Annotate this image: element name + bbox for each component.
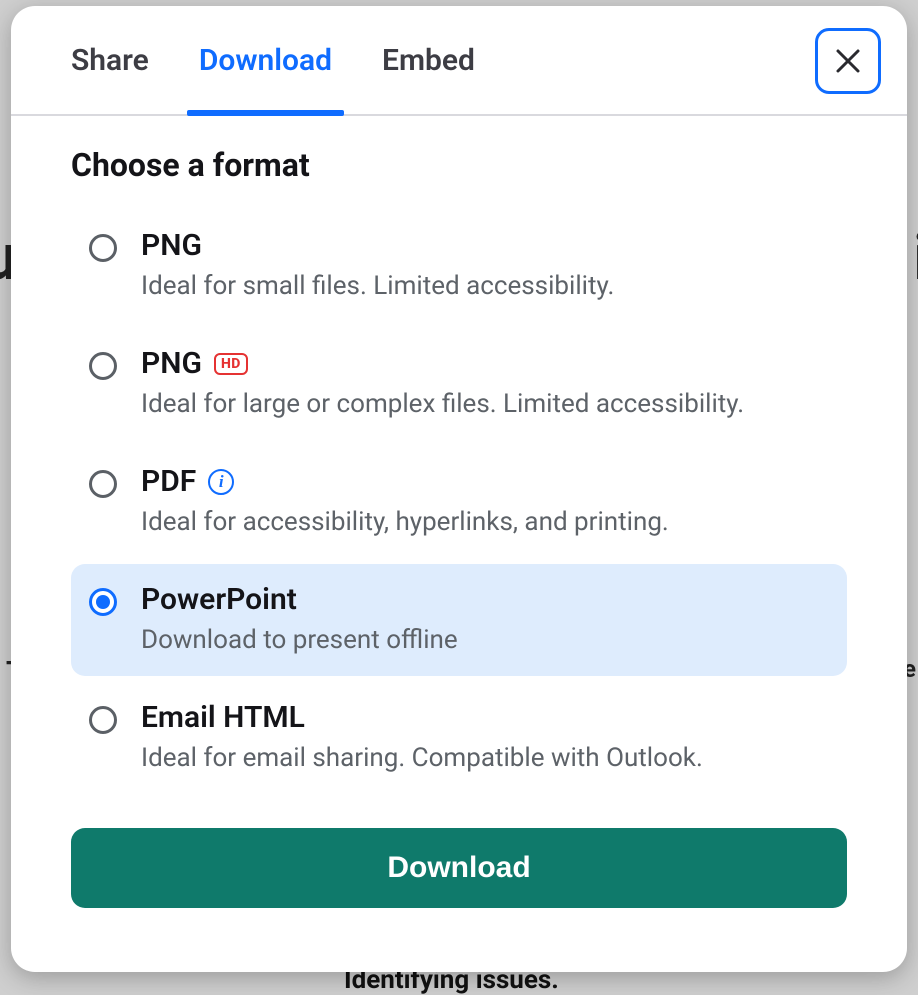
option-png[interactable]: PNG Ideal for small files. Limited acces… — [71, 210, 847, 322]
option-title-row: PNG HD — [141, 346, 744, 381]
option-pdf[interactable]: PDF i Ideal for accessibility, hyperlink… — [71, 446, 847, 558]
option-text: PNG Ideal for small files. Limited acces… — [141, 228, 614, 304]
format-options: PNG Ideal for small files. Limited acces… — [71, 210, 847, 794]
option-text: PDF i Ideal for accessibility, hyperlink… — [141, 464, 669, 540]
tab-embed[interactable]: Embed — [382, 6, 475, 114]
option-title: PDF — [141, 464, 196, 499]
radio-png-hd[interactable] — [89, 352, 117, 380]
option-title-row: PDF i — [141, 464, 669, 499]
radio-pdf[interactable] — [89, 470, 117, 498]
option-powerpoint[interactable]: PowerPoint Download to present offline — [71, 564, 847, 676]
info-icon[interactable]: i — [208, 469, 234, 495]
modal-body: Choose a format PNG Ideal for small file… — [11, 116, 907, 972]
download-modal: Share Download Embed Choose a format PNG… — [11, 6, 907, 972]
option-email-html[interactable]: Email HTML Ideal for email sharing. Comp… — [71, 682, 847, 794]
backdrop-text: i — [913, 220, 918, 295]
close-button[interactable] — [815, 28, 881, 94]
option-desc: Ideal for accessibility, hyperlinks, and… — [141, 505, 669, 540]
option-title: PNG — [141, 228, 202, 263]
option-title: Email HTML — [141, 700, 305, 735]
section-heading: Choose a format — [71, 146, 847, 184]
option-title-row: PowerPoint — [141, 582, 458, 617]
option-title: PNG — [141, 346, 202, 381]
option-title-row: Email HTML — [141, 700, 703, 735]
option-desc: Ideal for small files. Limited accessibi… — [141, 269, 614, 304]
tab-share[interactable]: Share — [71, 6, 149, 114]
option-title-row: PNG — [141, 228, 614, 263]
modal-tabs: Share Download Embed — [11, 6, 907, 116]
download-button[interactable]: Download — [71, 828, 847, 908]
option-png-hd[interactable]: PNG HD Ideal for large or complex files.… — [71, 328, 847, 440]
option-text: PowerPoint Download to present offline — [141, 582, 458, 658]
hd-badge-icon: HD — [214, 353, 248, 375]
modal-header: Share Download Embed — [11, 6, 907, 116]
radio-powerpoint[interactable] — [89, 588, 117, 616]
option-text: PNG HD Ideal for large or complex files.… — [141, 346, 744, 422]
option-title: PowerPoint — [141, 582, 297, 617]
radio-png[interactable] — [89, 234, 117, 262]
close-icon — [833, 46, 863, 76]
radio-email-html[interactable] — [89, 706, 117, 734]
option-desc: Ideal for email sharing. Compatible with… — [141, 741, 703, 776]
option-desc: Download to present offline — [141, 623, 458, 658]
tab-download[interactable]: Download — [199, 6, 332, 114]
option-text: Email HTML Ideal for email sharing. Comp… — [141, 700, 703, 776]
option-desc: Ideal for large or complex files. Limite… — [141, 387, 744, 422]
